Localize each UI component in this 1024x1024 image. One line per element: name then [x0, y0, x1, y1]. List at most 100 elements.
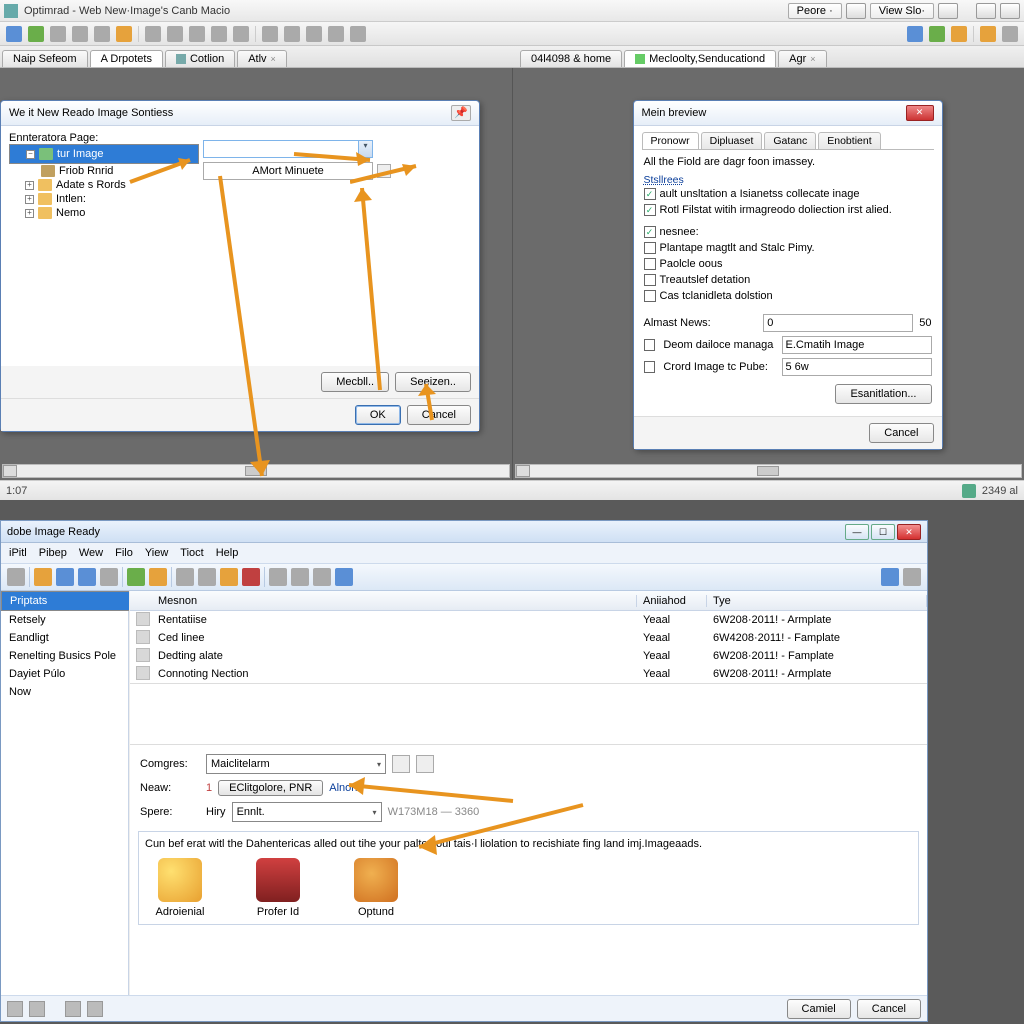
tab-gatanc[interactable]: Gatanc — [764, 132, 816, 149]
tab-atlv[interactable]: Atlv× — [237, 50, 287, 67]
tool-icon[interactable] — [6, 26, 22, 42]
comgres-aux-button-2[interactable] — [416, 755, 434, 773]
check-6[interactable]: Cas tclanidleta dolstion — [644, 288, 932, 304]
col-mesnon[interactable]: Mesnon — [152, 595, 637, 607]
footer-icon[interactable] — [29, 1001, 45, 1017]
menu-ipitl[interactable]: iPitl — [9, 547, 27, 559]
table-row[interactable]: Ced lineeYeaal6W4208·2011! - Famplate — [130, 629, 927, 647]
close-icon[interactable]: × — [271, 54, 276, 64]
tool-icon[interactable] — [189, 26, 205, 42]
tab-enobtient[interactable]: Enobtient — [818, 132, 880, 149]
expand-icon[interactable]: + — [25, 181, 34, 190]
scroll-thumb[interactable] — [757, 466, 779, 476]
expand-icon[interactable]: + — [25, 195, 34, 204]
tool-icon[interactable] — [951, 26, 967, 42]
tool-icon[interactable] — [176, 568, 194, 586]
spere-select[interactable]: Ennlt.▾ — [232, 802, 382, 822]
menu-yiew[interactable]: Yiew — [145, 547, 168, 559]
tool-icon[interactable] — [149, 568, 167, 586]
browse-icon[interactable] — [377, 164, 391, 178]
tool-icon[interactable] — [335, 568, 353, 586]
tool-icon[interactable] — [28, 26, 44, 42]
maximize-button[interactable] — [1000, 3, 1020, 19]
deom-input[interactable] — [782, 336, 932, 354]
alnone-link[interactable]: Alnone — [329, 782, 363, 794]
pin-icon[interactable]: 📌 — [451, 105, 471, 121]
view-slo-button[interactable]: View Slo· — [870, 3, 934, 19]
tool-icon[interactable] — [127, 568, 145, 586]
comgres-aux-button[interactable] — [392, 755, 410, 773]
menu-pibep[interactable]: Pibep — [39, 547, 67, 559]
tool-icon[interactable] — [242, 568, 260, 586]
tab-meclool[interactable]: Mecloolty,Senducationd — [624, 50, 776, 67]
tree-node-adate[interactable]: +Adate s Rords — [9, 178, 199, 192]
tool-icon[interactable] — [980, 26, 996, 42]
tool-icon[interactable] — [903, 568, 921, 586]
peore-button[interactable]: Peore · — [788, 3, 842, 19]
menu-filo[interactable]: Filo — [115, 547, 133, 559]
tree-node-friob[interactable]: Friob Rnrid — [9, 164, 199, 178]
tab-agr[interactable]: Agr× — [778, 50, 826, 67]
check-3[interactable]: Plantape magtlt and Stalc Pimy. — [644, 240, 932, 256]
tool-icon[interactable] — [100, 568, 118, 586]
maximize-button[interactable]: ☐ — [871, 524, 895, 540]
seeizn-button[interactable]: Seeizen.. — [395, 372, 471, 392]
expand-icon[interactable]: − — [26, 150, 35, 159]
tool-icon[interactable] — [94, 26, 110, 42]
tool-icon[interactable] — [262, 26, 278, 42]
tab-dipluaset[interactable]: Dipluaset — [701, 132, 763, 149]
sidebar-item-renelting[interactable]: Renelting Busics Pole — [1, 647, 128, 665]
esanil-button[interactable]: Esanitlation... — [835, 384, 931, 404]
close-button[interactable]: ✕ — [906, 105, 934, 121]
header-icon-2[interactable] — [938, 3, 958, 19]
icon-item-adroienial[interactable]: Adroienial — [145, 858, 215, 918]
crord-input[interactable] — [782, 358, 932, 376]
tool-icon[interactable] — [881, 568, 899, 586]
sidebar-item-now[interactable]: Now — [1, 683, 128, 701]
tool-icon[interactable] — [306, 26, 322, 42]
tab-home[interactable]: 04l4098 & home — [520, 50, 622, 67]
menu-help[interactable]: Help — [216, 547, 239, 559]
tool-icon[interactable] — [269, 568, 287, 586]
hscrollbar[interactable] — [515, 464, 1023, 478]
scroll-right-icon[interactable] — [516, 465, 530, 477]
combo-field[interactable]: ▾ — [203, 140, 373, 158]
tool-icon[interactable] — [198, 568, 216, 586]
footer-icon[interactable] — [65, 1001, 81, 1017]
comgres-select[interactable]: Maiclitelarm▾ — [206, 754, 386, 774]
check-2[interactable]: ✓Rotl Filstat witih irmagreodo doliectio… — [644, 202, 932, 218]
cancel-button[interactable]: Cancel — [857, 999, 921, 1019]
tool-icon[interactable] — [233, 26, 249, 42]
tool-icon[interactable] — [78, 568, 96, 586]
tool-icon[interactable] — [350, 26, 366, 42]
tab-pronowr[interactable]: Pronowr — [642, 132, 699, 149]
tool-icon[interactable] — [284, 26, 300, 42]
close-icon[interactable]: × — [810, 54, 815, 64]
tool-icon[interactable] — [907, 26, 923, 42]
check-4[interactable]: Paolcle oous — [644, 256, 932, 272]
tool-icon[interactable] — [328, 26, 344, 42]
tree-view[interactable]: −tur Image Friob Rnrid +Adate s Rords +I… — [9, 144, 199, 220]
check-5[interactable]: Treautslef detation — [644, 272, 932, 288]
col-tye[interactable]: Tye — [707, 595, 927, 607]
tool-icon[interactable] — [291, 568, 309, 586]
table-row[interactable]: Connoting NectionYeaal6W208·2011! - Armp… — [130, 665, 927, 683]
scroll-right-icon[interactable] — [3, 465, 17, 477]
tool-icon[interactable] — [72, 26, 88, 42]
tab-cotlion[interactable]: Cotlion — [165, 50, 235, 67]
footer-icon[interactable] — [87, 1001, 103, 1017]
scroll-left-icon[interactable] — [516, 465, 530, 477]
minimize-button[interactable]: — — [845, 524, 869, 540]
icon-item-optund[interactable]: Optund — [341, 858, 411, 918]
close-button[interactable]: ✕ — [897, 524, 921, 540]
col-aniiahod[interactable]: Aniiahod — [637, 595, 707, 607]
icon-item-profer[interactable]: Profer Id — [243, 858, 313, 918]
check-neshee[interactable]: ✓nesnee: — [644, 224, 932, 240]
tool-icon[interactable] — [220, 568, 238, 586]
almast-input[interactable] — [763, 314, 913, 332]
tool-icon[interactable] — [50, 26, 66, 42]
tool-icon[interactable] — [34, 568, 52, 586]
sidebar-item-eandligt[interactable]: Eandligt — [1, 629, 128, 647]
hscrollbar[interactable] — [2, 464, 510, 478]
scroll-left-icon[interactable] — [3, 465, 17, 477]
